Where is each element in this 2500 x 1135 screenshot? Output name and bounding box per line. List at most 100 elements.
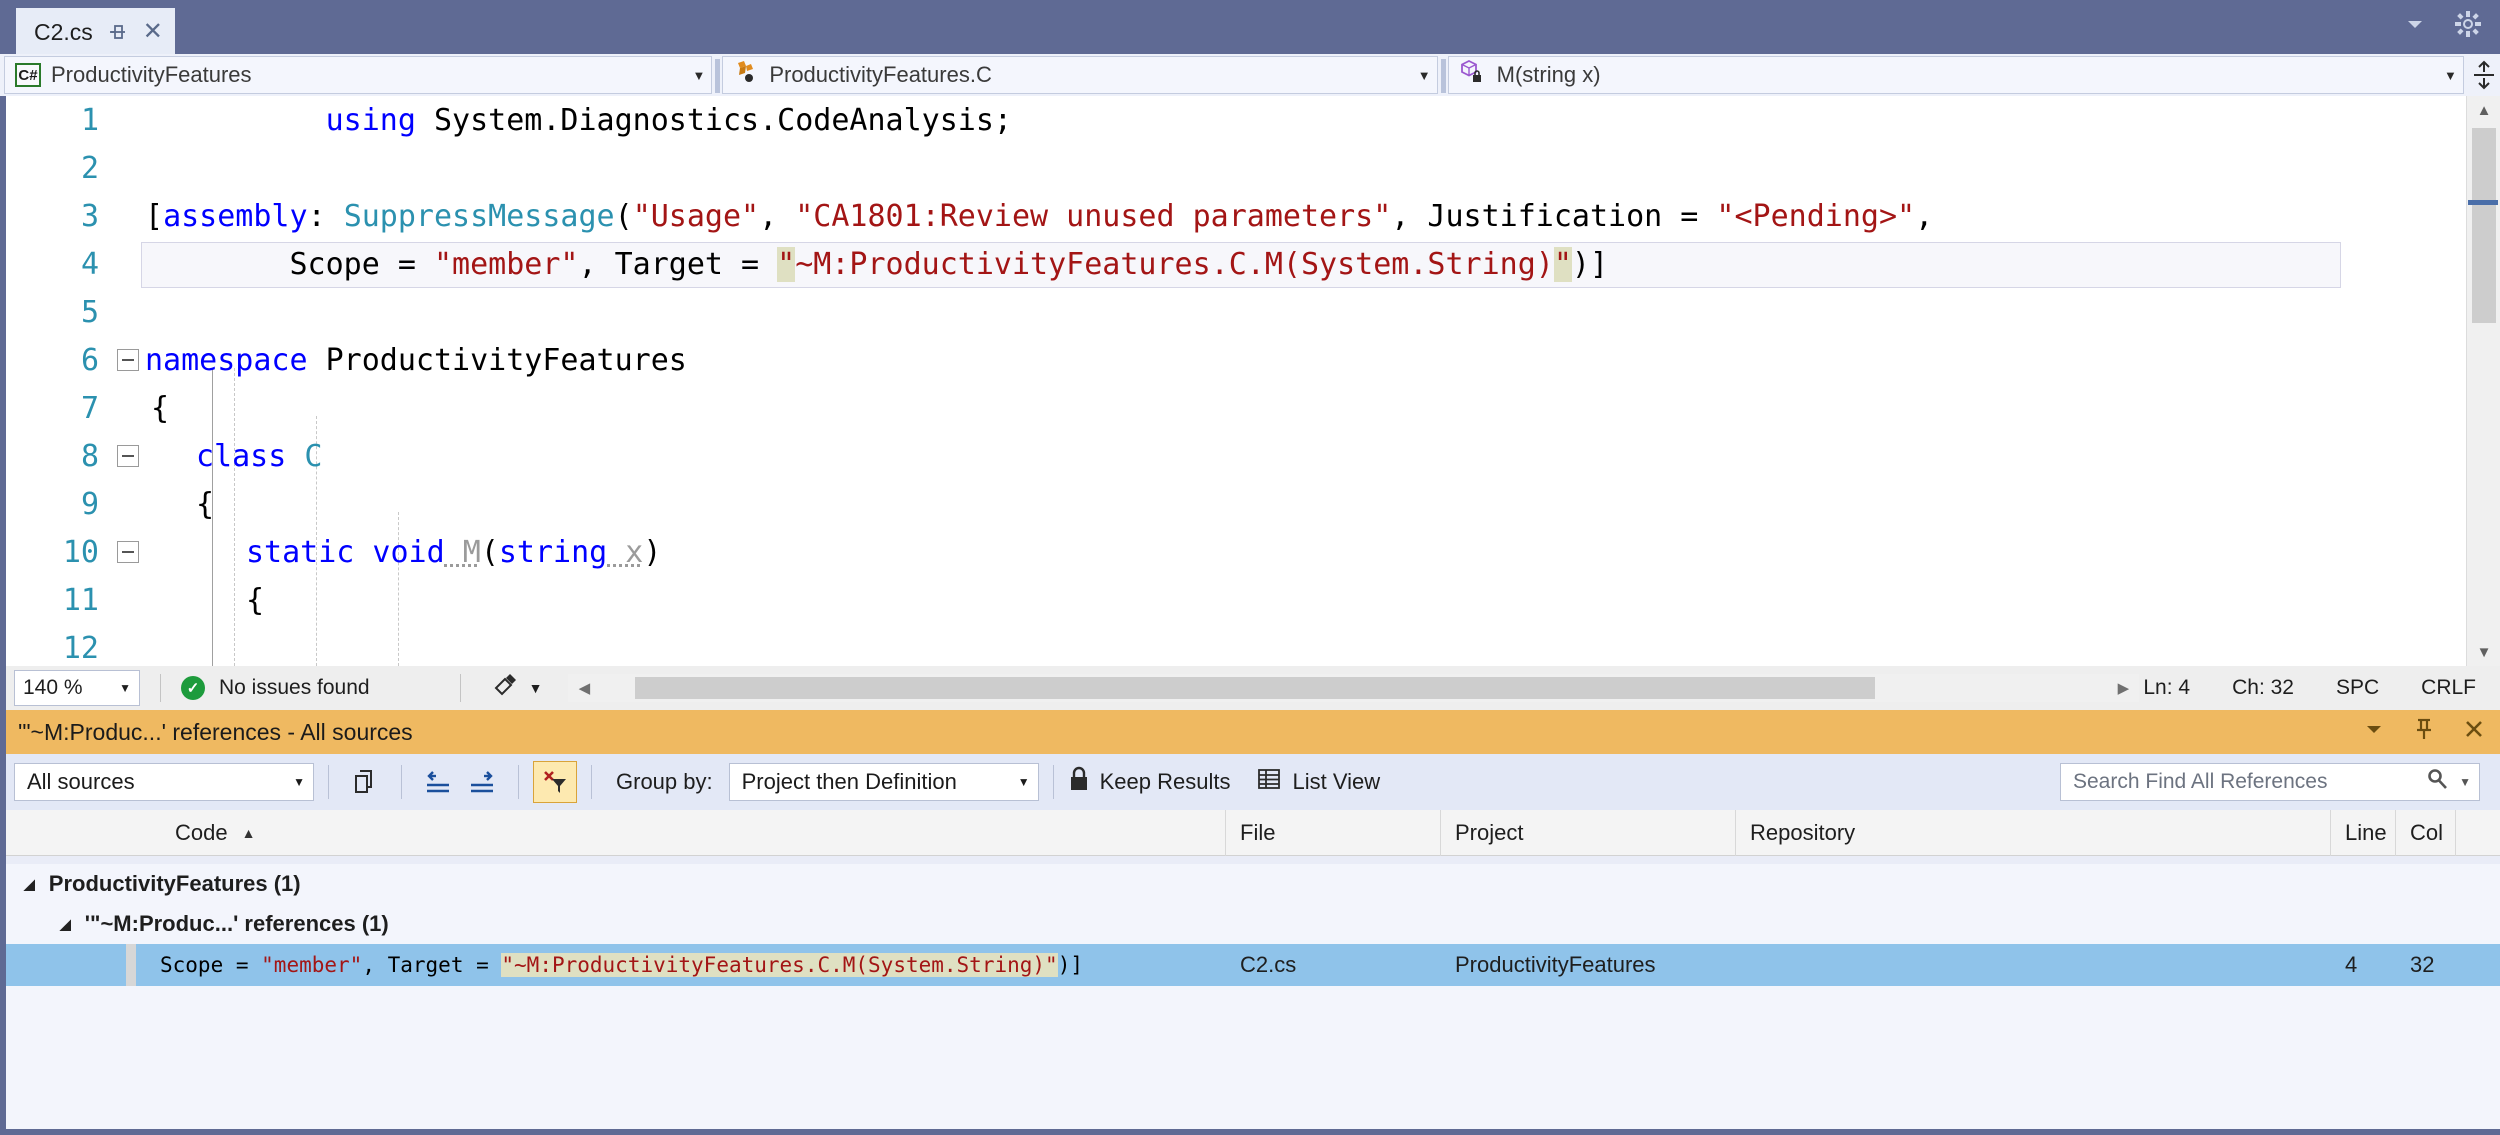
chevron-down-icon[interactable]: ▼ bbox=[1418, 68, 1431, 83]
token-plain: ProductivityFeatures bbox=[307, 342, 687, 378]
chevron-down-icon[interactable]: ▼ bbox=[2444, 68, 2457, 83]
chevron-down-icon[interactable]: ▼ bbox=[692, 68, 705, 83]
collapse-icon[interactable] bbox=[117, 541, 139, 563]
chevron-down-icon[interactable]: ▼ bbox=[119, 681, 131, 695]
copy-icon[interactable] bbox=[343, 761, 387, 803]
code-line[interactable]: 11 { bbox=[6, 576, 2500, 624]
cleanup-brush-icon[interactable] bbox=[491, 672, 519, 704]
expanded-caret-icon[interactable]: ◢ bbox=[24, 876, 35, 893]
fold-toggle-namespace[interactable] bbox=[111, 349, 145, 371]
navbar-project-dropdown[interactable]: C# ProductivityFeatures ▼ bbox=[4, 56, 713, 94]
check-circle-icon: ✓ bbox=[181, 676, 205, 700]
column-header-code[interactable]: Code ▲ bbox=[161, 809, 1226, 856]
editor-vertical-scrollbar[interactable]: ▲ ▼ bbox=[2466, 96, 2500, 666]
token-plain: , bbox=[1391, 198, 1428, 234]
split-editor-icon[interactable] bbox=[2470, 56, 2498, 94]
document-tab-c2cs[interactable]: C2.cs ✕ bbox=[16, 8, 175, 54]
sources-filter-dropdown[interactable]: All sources ▼ bbox=[14, 763, 314, 801]
list-view-label[interactable]: List View bbox=[1292, 769, 1380, 795]
result-group-project[interactable]: ◢ ProductivityFeatures (1) bbox=[6, 864, 2500, 904]
line-number: 4 bbox=[80, 246, 99, 282]
scroll-right-icon[interactable]: ▶ bbox=[2107, 679, 2139, 697]
line-number: 9 bbox=[80, 486, 99, 522]
token-plain: Target = bbox=[614, 246, 778, 282]
close-icon[interactable]: ✕ bbox=[143, 20, 163, 44]
fold-toggle-class[interactable] bbox=[111, 445, 145, 467]
divider bbox=[518, 765, 519, 799]
code-line[interactable]: 10 static void M(string x) bbox=[6, 528, 2500, 576]
column-header-project[interactable]: Project bbox=[1441, 809, 1736, 856]
search-placeholder: Search Find All References bbox=[2073, 770, 2328, 793]
next-location-icon[interactable] bbox=[460, 761, 504, 803]
column-header-repository[interactable]: Repository bbox=[1736, 809, 2331, 856]
search-icon[interactable] bbox=[2425, 767, 2449, 797]
zoom-level-dropdown[interactable]: 140 % ▼ bbox=[14, 670, 140, 706]
editor-horizontal-scrollbar[interactable]: ◀ ▶ bbox=[568, 674, 2140, 702]
scroll-left-icon[interactable]: ◀ bbox=[568, 679, 600, 697]
token-string: "<Pending>" bbox=[1716, 198, 1916, 234]
search-find-all-references-input[interactable]: Search Find All References ▼ bbox=[2060, 763, 2480, 801]
navbar-grip bbox=[715, 59, 721, 93]
token-string: "member" bbox=[433, 246, 579, 282]
column-header-file[interactable]: File bbox=[1226, 809, 1441, 856]
code-line[interactable]: 6 namespace ProductivityFeatures bbox=[6, 336, 2500, 384]
panel-title: '"~M:Produc...' references - All sources bbox=[18, 718, 413, 745]
column-header-col[interactable]: Col bbox=[2396, 809, 2456, 856]
scroll-down-icon[interactable]: ▼ bbox=[2467, 638, 2500, 666]
result-group-definition[interactable]: ◢ '"~M:Produc...' references (1) bbox=[6, 904, 2500, 944]
line-content: class C bbox=[145, 439, 322, 474]
code-area[interactable]: 1 using System.Diagnostics.CodeAnalysis;… bbox=[6, 96, 2500, 666]
code-line[interactable]: 2 bbox=[6, 144, 2500, 192]
line-content: { bbox=[145, 391, 169, 426]
navbar-member-dropdown[interactable]: M(string x) ▼ bbox=[1440, 56, 2464, 94]
token-plain: Justification = bbox=[1427, 198, 1717, 234]
code-editor[interactable]: 1 using System.Diagnostics.CodeAnalysis;… bbox=[0, 96, 2500, 666]
code-line[interactable]: 1 using System.Diagnostics.CodeAnalysis; bbox=[6, 96, 2500, 144]
column-header-line[interactable]: Line bbox=[2331, 809, 2396, 856]
chevron-down-icon[interactable]: ▼ bbox=[529, 680, 543, 696]
code-line[interactable]: 3 [assembly: SuppressMessage("Usage", "C… bbox=[6, 192, 2500, 240]
close-icon[interactable] bbox=[2462, 717, 2486, 747]
collapse-icon[interactable] bbox=[117, 349, 139, 371]
chevron-down-icon[interactable]: ▼ bbox=[1018, 775, 1030, 789]
code-line[interactable]: 5 bbox=[6, 288, 2500, 336]
collapse-icon[interactable] bbox=[117, 445, 139, 467]
result-group-label: ProductivityFeatures (1) bbox=[48, 871, 301, 896]
grid-icon[interactable] bbox=[1256, 766, 1282, 798]
token-keyword: void bbox=[354, 534, 445, 570]
gear-icon[interactable] bbox=[2454, 10, 2482, 44]
line-indicator: Ln: 4 bbox=[2143, 676, 2191, 699]
scroll-up-icon[interactable]: ▲ bbox=[2467, 96, 2500, 124]
navbar-type-dropdown[interactable]: ProductivityFeatures.C ▼ bbox=[715, 56, 1438, 94]
lock-icon[interactable] bbox=[1068, 765, 1090, 799]
chevron-down-icon[interactable] bbox=[2402, 11, 2428, 43]
pin-icon[interactable] bbox=[2412, 716, 2436, 748]
code-line[interactable]: 9 { bbox=[6, 480, 2500, 528]
divider bbox=[328, 765, 329, 799]
chevron-down-icon[interactable]: ▼ bbox=[2459, 775, 2471, 789]
code-line[interactable]: 8 class C bbox=[6, 432, 2500, 480]
previous-location-icon[interactable] bbox=[416, 761, 460, 803]
group-by-dropdown[interactable]: Project then Definition ▼ bbox=[728, 763, 1039, 801]
fold-toggle-method[interactable] bbox=[111, 541, 145, 563]
code-line[interactable]: 4 Scope = "member", Target = "~M:Product… bbox=[6, 240, 2500, 288]
table-row[interactable]: Scope = "member", Target = "~M:Productiv… bbox=[6, 944, 2500, 986]
expanded-caret-icon[interactable]: ◢ bbox=[60, 916, 71, 933]
clear-filter-icon[interactable] bbox=[533, 761, 577, 803]
scrollbar-thumb[interactable] bbox=[635, 677, 1876, 699]
token-plain: , bbox=[578, 246, 615, 282]
scrollbar-thumb[interactable] bbox=[2472, 128, 2496, 323]
code-line[interactable]: 12 bbox=[6, 624, 2500, 666]
keep-results-label[interactable]: Keep Results bbox=[1100, 769, 1231, 795]
token-keyword: class bbox=[196, 438, 287, 474]
code-line[interactable]: 7 { bbox=[6, 384, 2500, 432]
navigation-bar: C# ProductivityFeatures ▼ ProductivityFe… bbox=[0, 54, 2500, 96]
line-content: namespace ProductivityFeatures bbox=[145, 343, 687, 378]
pin-icon[interactable] bbox=[107, 21, 129, 43]
scrollbar-track[interactable] bbox=[600, 677, 2108, 699]
group-by-label: Group by: bbox=[616, 769, 713, 794]
chevron-down-icon[interactable] bbox=[2362, 717, 2386, 747]
token-keyword: namespace bbox=[145, 342, 308, 378]
result-group-label: '"~M:Produc...' references (1) bbox=[84, 911, 389, 936]
chevron-down-icon[interactable]: ▼ bbox=[293, 775, 305, 789]
